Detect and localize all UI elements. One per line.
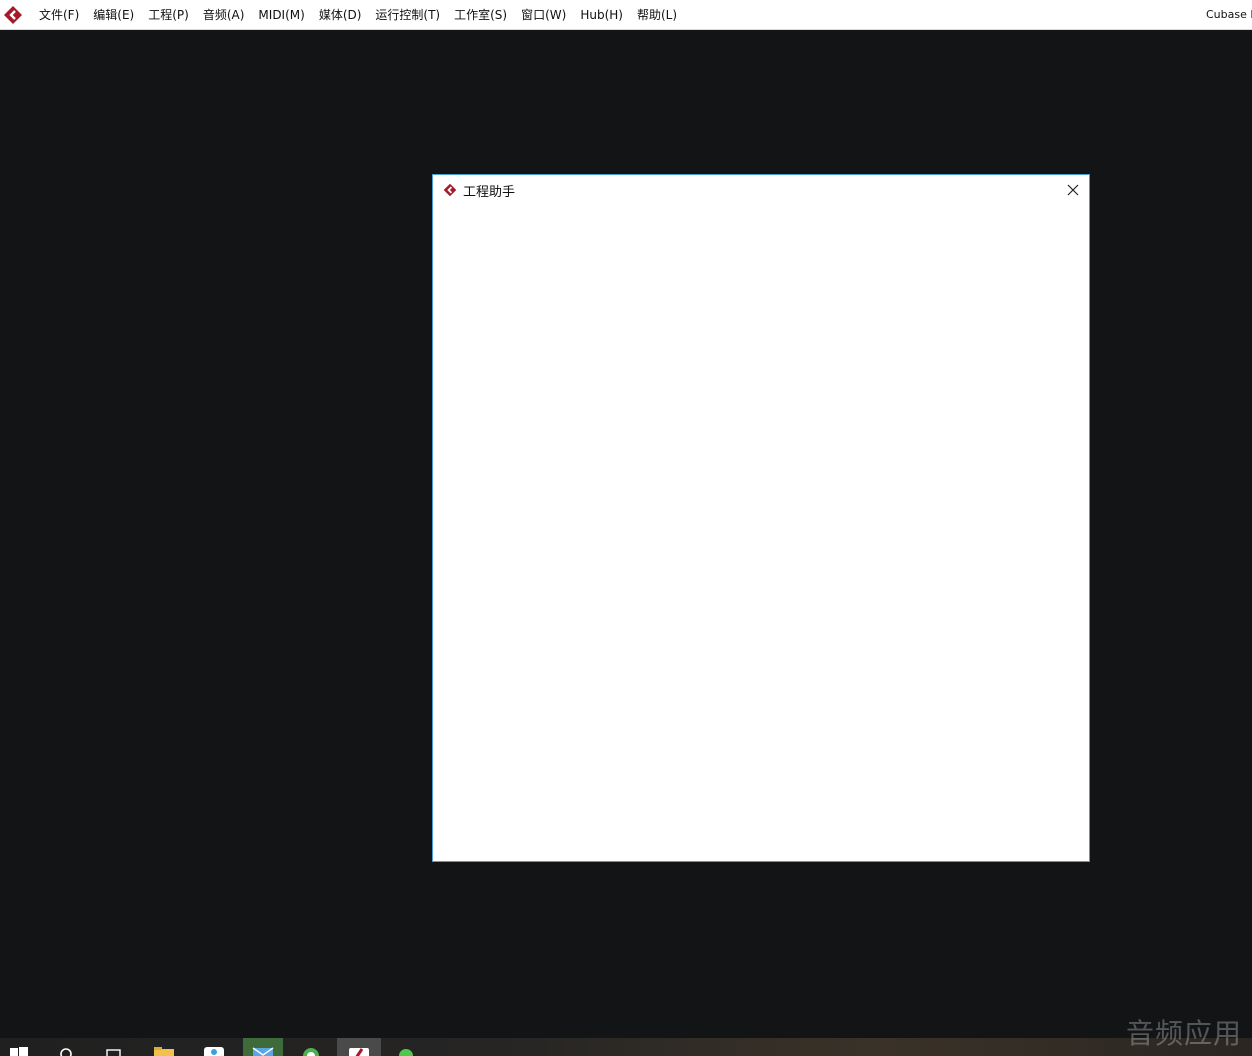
- menu-audio[interactable]: 音频(A): [196, 0, 252, 30]
- task-view-icon[interactable]: [103, 1044, 125, 1056]
- cubase-dialog-icon: [442, 182, 458, 198]
- browser-icon[interactable]: [300, 1044, 322, 1056]
- menu-bar: 文件(F) 编辑(E) 工程(P) 音频(A) MIDI(M) 媒体(D) 运行…: [0, 0, 1252, 30]
- windows-taskbar: [0, 1038, 1252, 1056]
- store-icon[interactable]: [203, 1044, 225, 1056]
- dialog-title: 工程助手: [463, 184, 516, 200]
- menu-studio[interactable]: 工作室(S): [447, 0, 514, 30]
- windows-start-icon[interactable]: [8, 1044, 30, 1056]
- project-assistant-dialog: 工程助手: [432, 174, 1090, 862]
- file-explorer-icon[interactable]: [153, 1044, 175, 1056]
- close-icon: [1067, 184, 1079, 196]
- cubase-taskbar-icon: [349, 1048, 369, 1056]
- menu-help[interactable]: 帮助(L): [630, 0, 684, 30]
- menu-midi[interactable]: MIDI(M): [251, 0, 311, 30]
- dialog-content: [433, 205, 1089, 861]
- menu-file[interactable]: 文件(F): [32, 0, 86, 30]
- menu-transport[interactable]: 运行控制(T): [368, 0, 447, 30]
- menu-hub[interactable]: Hub(H): [573, 0, 630, 30]
- close-button[interactable]: [1057, 175, 1089, 205]
- search-icon[interactable]: [55, 1044, 77, 1056]
- cubase-logo-icon[interactable]: [2, 4, 24, 26]
- menu-window[interactable]: 窗口(W): [514, 0, 573, 30]
- menu-project[interactable]: 工程(P): [141, 0, 196, 30]
- dialog-titlebar[interactable]: 工程助手: [433, 175, 1089, 205]
- wechat-icon[interactable]: [395, 1044, 417, 1056]
- watermark-text: 音频应用: [1125, 1017, 1242, 1050]
- mail-icon: [252, 1047, 274, 1056]
- menu-edit[interactable]: 编辑(E): [86, 0, 141, 30]
- app-title: Cubase E: [1206, 8, 1252, 21]
- menu-media[interactable]: 媒体(D): [312, 0, 369, 30]
